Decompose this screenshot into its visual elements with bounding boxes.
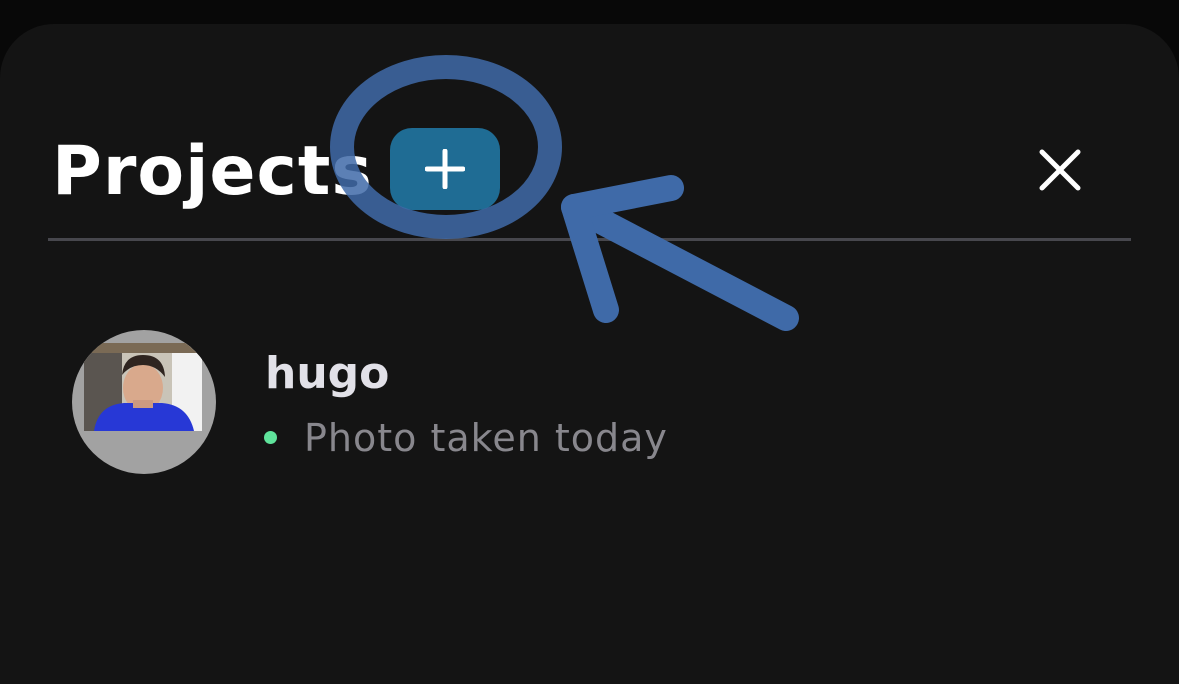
close-icon — [1039, 149, 1081, 191]
project-row[interactable]: hugo Photo taken today — [48, 300, 1131, 500]
avatar — [72, 330, 216, 474]
plus-icon — [425, 149, 465, 189]
page-title: Projects — [52, 132, 373, 211]
project-name: hugo — [265, 348, 390, 399]
close-button[interactable] — [1028, 138, 1092, 202]
avatar-photo — [84, 343, 202, 431]
status-dot — [264, 431, 277, 444]
project-status: Photo taken today — [304, 416, 668, 460]
add-project-button[interactable] — [390, 128, 500, 210]
header-divider — [48, 238, 1131, 241]
